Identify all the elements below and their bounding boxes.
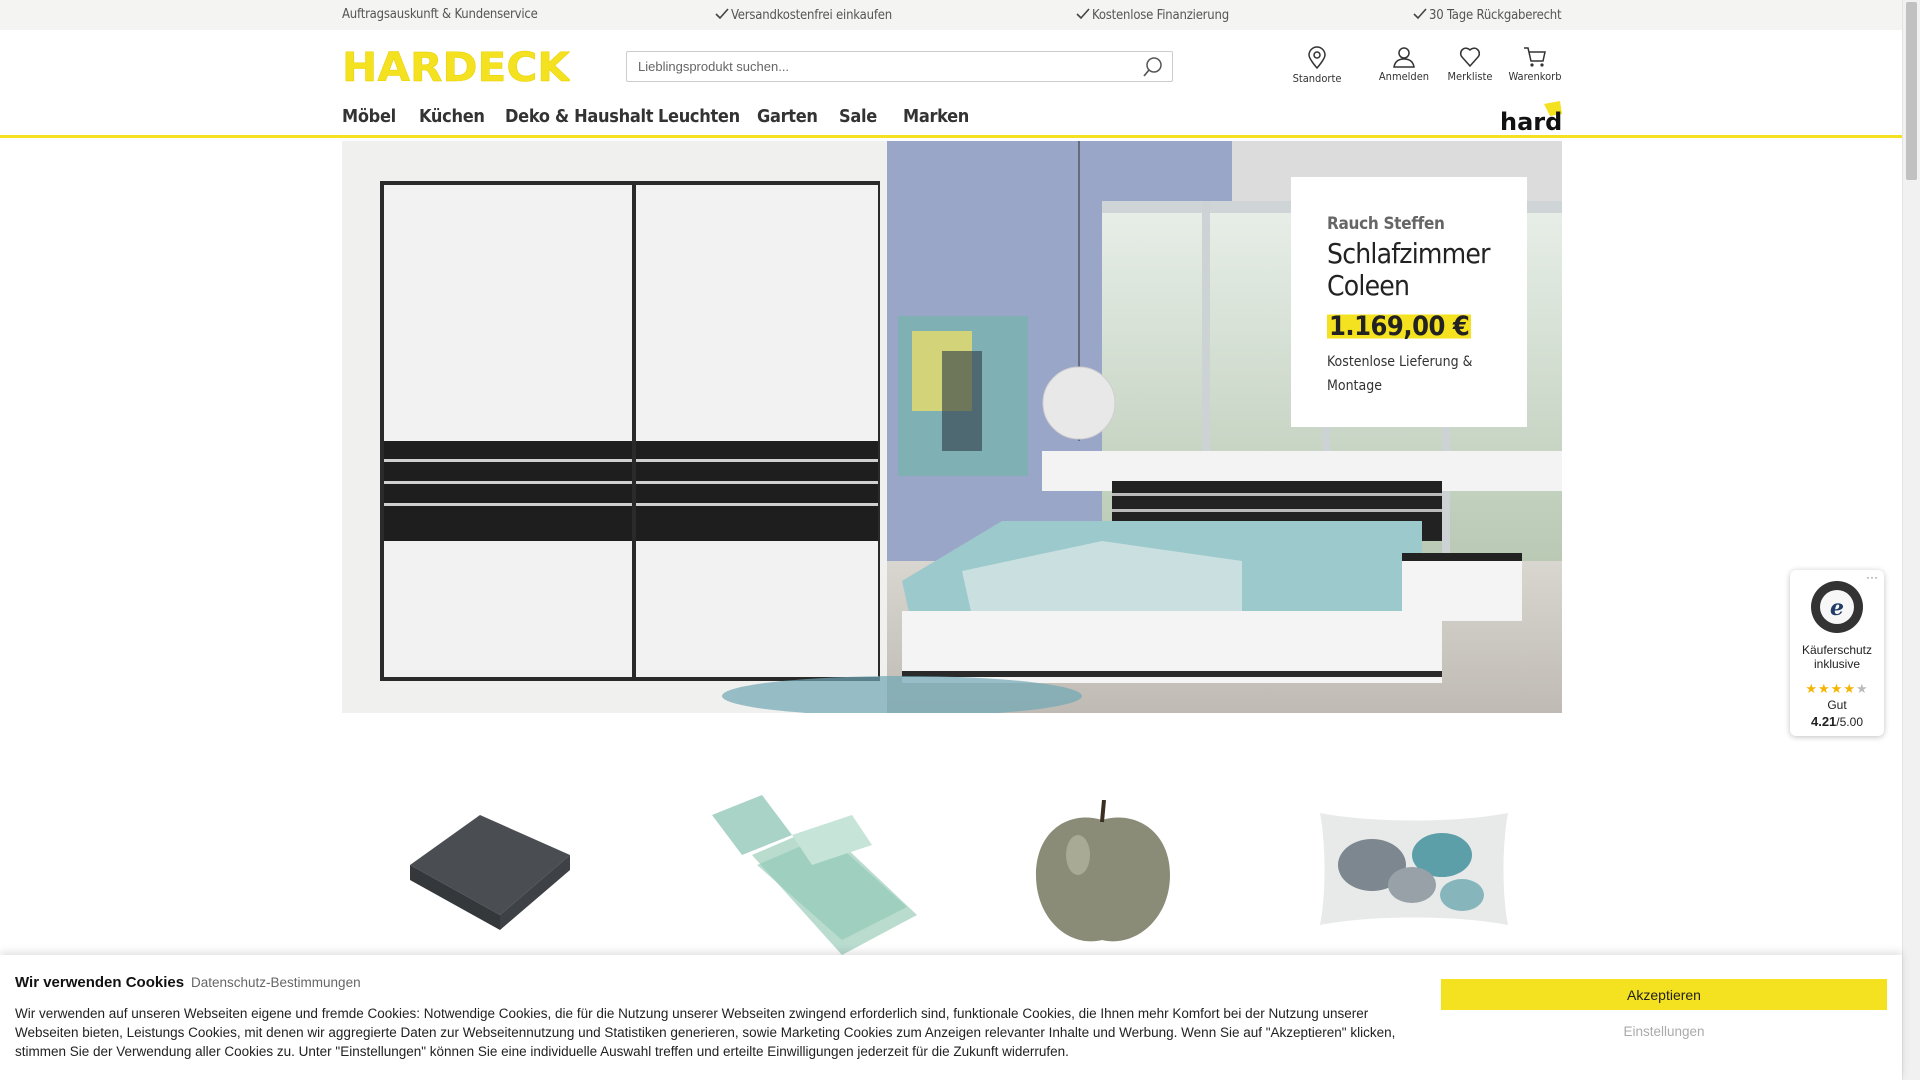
scrollbar-thumb[interactable] (1906, 2, 1917, 180)
nav-item-moebel[interactable]: Möbel (342, 106, 396, 127)
rating-stars: ★★★★★ (1790, 681, 1884, 697)
rating-word: Gut (1827, 698, 1847, 712)
buyer-protection-label: Käuferschutz inklusive (1801, 643, 1873, 671)
star-icon: ★ (1855, 681, 1869, 696)
search-input[interactable] (627, 52, 1127, 81)
nav-item-sale[interactable]: Sale (839, 106, 877, 127)
nav-item-deko-haushalt[interactable]: Deko & Haushalt (505, 106, 653, 127)
star-icon: ★ (1843, 681, 1856, 696)
hero-promo-card[interactable]: Rauch Steffen Schlafzimmer Coleen 1.169,… (1291, 177, 1527, 427)
cookie-text: Wir verwenden auf unseren Webseiten eige… (15, 1006, 1396, 1059)
header-cart-button[interactable]: Warenkorb (1508, 46, 1562, 83)
svg-text:e: e (1830, 595, 1844, 621)
cart-icon (1524, 47, 1546, 67)
trusted-shops-badge[interactable]: ··· e Käuferschutz inklusive ★★★★★ Gut 4… (1790, 570, 1884, 736)
nav-item-garten[interactable]: Garten (757, 106, 818, 127)
apple-decoration-image[interactable] (1030, 800, 1176, 950)
promo-price: 1.169,00 € (1327, 311, 1472, 342)
hardi-logo[interactable]: hardi (1500, 100, 1564, 134)
more-options-icon[interactable]: ··· (1866, 570, 1878, 584)
trusted-shops-seal-icon: e (1811, 581, 1863, 633)
header-login-button[interactable]: Anmelden (1377, 46, 1431, 83)
header-wishlist-button[interactable]: Merkliste (1444, 46, 1496, 83)
product-teaser-row (342, 780, 1562, 960)
hardeck-logo[interactable]: HARDECK (342, 48, 570, 84)
star-icon: ★ (1830, 681, 1844, 696)
star-icon: ★ (1818, 681, 1831, 696)
topbar-customer-service-link[interactable]: Auftragsauskunft & Kundenservice (342, 7, 538, 22)
topbar-free-shipping: Versandkostenfrei einkaufen (715, 7, 892, 23)
nav-item-kuechen[interactable]: Küchen (419, 106, 485, 127)
svg-text:HARDECK: HARDECK (342, 48, 570, 84)
bedding-image[interactable] (702, 795, 924, 960)
check-icon (715, 8, 729, 20)
check-icon (1076, 8, 1090, 20)
hero-banner[interactable]: Rauch Steffen Schlafzimmer Coleen 1.169,… (342, 141, 1562, 713)
cookie-title: Wir verwenden Cookies (15, 974, 185, 991)
nav-item-leuchten[interactable]: Leuchten (658, 106, 740, 127)
cookie-banner: Wir verwenden Cookies Datenschutz-Bestim… (0, 955, 1902, 1080)
star-icon: ★ (1805, 681, 1819, 696)
topbar-return-policy: 30 Tage Rückgaberecht (1413, 7, 1562, 23)
cookie-settings-button[interactable]: Einstellungen (1441, 1018, 1887, 1044)
svg-text:hardi: hardi (1500, 108, 1564, 134)
site-header: HARDECK Standorte Anmelden Merkliste (0, 30, 1902, 138)
rating-score: 4.21/5.00 (1810, 714, 1863, 729)
topbar-financing: Kostenlose Finanzierung (1076, 7, 1229, 23)
user-icon (1393, 47, 1415, 68)
search-bar (626, 51, 1173, 82)
promo-brand: Rauch Steffen (1327, 214, 1445, 234)
page-scrollbar[interactable] (1902, 0, 1920, 1080)
top-info-bar: Auftragsauskunft & Kundenservice Versand… (0, 0, 1902, 30)
search-icon[interactable] (1142, 56, 1164, 78)
promo-product-name: Schlafzimmer Coleen (1327, 237, 1490, 302)
heart-icon (1459, 47, 1481, 68)
cushion-image[interactable] (1312, 805, 1516, 933)
accept-cookies-button[interactable]: Akzeptieren (1441, 979, 1887, 1010)
header-locations-button[interactable]: Standorte (1290, 46, 1344, 85)
promo-delivery-note: Kostenlose Lieferung & Montage (1327, 354, 1473, 394)
location-pin-icon (1308, 46, 1326, 70)
nav-item-marken[interactable]: Marken (903, 106, 969, 127)
privacy-policy-link[interactable]: Datenschutz-Bestimmungen (191, 975, 361, 990)
blanket-image[interactable] (400, 805, 576, 935)
check-icon (1413, 8, 1427, 20)
